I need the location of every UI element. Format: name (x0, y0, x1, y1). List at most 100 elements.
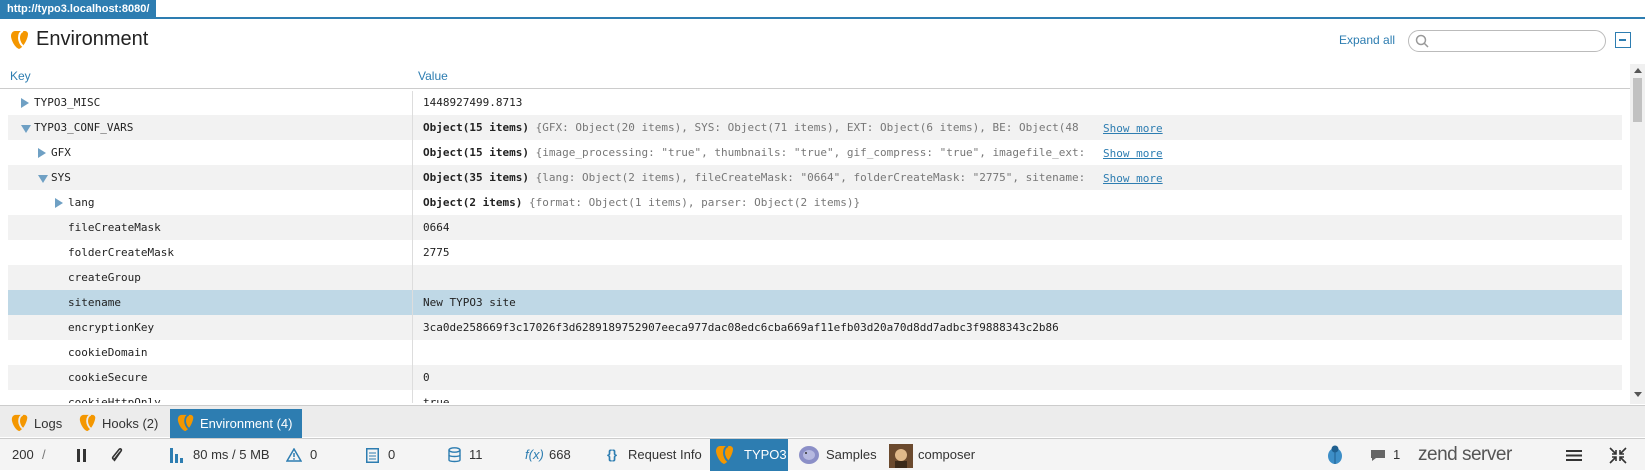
tab-logs[interactable]: Logs (4, 409, 66, 438)
environment-tree: TYPO3_MISC 1448927499.8713 TYPO3_CONF_VARS… (8, 91, 1622, 403)
table-row[interactable]: createGroup (8, 265, 1622, 290)
clip-icon[interactable] (110, 448, 124, 462)
functions-count[interactable]: 668 (549, 439, 571, 471)
table-row[interactable]: TYPO3_CONF_VARS Object(15 items) {GFX: Ob… (8, 115, 1622, 140)
panel-tabs: Logs Hooks (2) Environment (4) (0, 405, 1645, 438)
row-value: 3ca0de258669f3c17026f3d6289189752907eeca… (423, 315, 1059, 340)
search-icon (1415, 34, 1429, 48)
zend-server-logo: zend server (1418, 444, 1512, 465)
typo3-logo-icon (177, 413, 194, 432)
value-preview: {format: Object(1 items), parser: Object… (528, 196, 861, 209)
column-divider (412, 165, 413, 190)
column-header-key[interactable]: Key (10, 69, 31, 83)
value-text: New TYPO3 site (423, 296, 516, 309)
row-value: 0664 (423, 215, 450, 240)
tab-hooks[interactable]: Hooks (2) (72, 409, 164, 438)
menu-icon[interactable] (1566, 449, 1582, 462)
show-more-link[interactable]: Show more (1103, 141, 1163, 166)
composer-icon (889, 444, 913, 468)
scroll-up-arrow-icon[interactable] (1634, 68, 1642, 73)
table-row[interactable]: encryptionKey 3ca0de258669f3c17026f3d6289… (8, 315, 1622, 340)
expand-arrow-icon[interactable] (55, 198, 63, 208)
composer-item[interactable]: composer (918, 439, 975, 471)
row-value: New TYPO3 site (423, 290, 516, 315)
typo3-toolbar-item[interactable]: TYPO3 (710, 439, 788, 471)
value-text: 0664 (423, 221, 450, 234)
search-input[interactable] (1433, 33, 1601, 49)
show-more-link[interactable]: Show more (1103, 166, 1163, 191)
column-header-value[interactable]: Value (418, 69, 448, 83)
collapse-arrow-icon[interactable] (21, 125, 31, 133)
collapse-icon[interactable] (1615, 32, 1631, 48)
tab-label: Environment (4) (200, 416, 293, 431)
table-row[interactable]: fileCreateMask 0664 (8, 215, 1622, 240)
row-key: cookieHttpOnly (68, 396, 161, 403)
value-text: 2775 (423, 246, 450, 259)
warnings-count[interactable]: 0 (310, 439, 317, 471)
row-value: Object(2 items) {format: Object(1 items)… (423, 190, 860, 215)
samples-item[interactable]: Samples (826, 439, 877, 471)
row-value: 1448927499.8713 (423, 91, 522, 115)
scroll-thumb[interactable] (1633, 78, 1642, 122)
table-row[interactable]: folderCreateMask 2775 (8, 240, 1622, 265)
status-separator: / (42, 447, 46, 462)
table-row[interactable]: GFX Object(15 items) {image_processing: "… (8, 140, 1622, 165)
tab-environment[interactable]: Environment (4) (170, 409, 302, 438)
expand-arrow-icon[interactable] (21, 98, 29, 108)
elephant-icon (799, 446, 819, 464)
pause-icon[interactable] (76, 449, 88, 462)
row-key: lang (68, 196, 95, 209)
row-key: sitename (68, 296, 121, 309)
table-row[interactable]: SYS Object(35 items) {lang: Object(2 item… (8, 165, 1622, 190)
column-divider (412, 140, 413, 165)
scroll-down-arrow-icon[interactable] (1634, 392, 1642, 397)
value-text: 1448927499.8713 (423, 96, 523, 109)
log-icon (366, 448, 379, 463)
url-label[interactable]: http://typo3.localhost:8080/ (0, 0, 157, 18)
expand-all-link[interactable]: Expand all (1339, 33, 1395, 47)
value-type: Object(15 items) (423, 146, 529, 159)
table-row[interactable]: cookieHttpOnly true (8, 390, 1622, 403)
row-key: encryptionKey (68, 321, 155, 334)
value-type: Object(2 items) (423, 196, 523, 209)
value-text: 3ca0de258669f3c17026f3d6289189752907eeca… (423, 321, 1059, 334)
value-type: Object(35 items) (423, 171, 529, 184)
table-row[interactable]: TYPO3_MISC 1448927499.8713 (8, 91, 1622, 115)
column-divider (412, 240, 413, 265)
value-preview: {GFX: Object(20 items), SYS: Object(71 i… (535, 121, 1079, 134)
messages-count[interactable]: 1 (1393, 439, 1400, 471)
logs-count[interactable]: 0 (388, 439, 395, 471)
request-info[interactable]: Request Info (628, 439, 702, 471)
row-value: Object(35 items) {lang: Object(2 items),… (423, 165, 1085, 190)
value-text: true (423, 396, 450, 403)
url-bar: http://typo3.localhost:8080/ (0, 0, 1645, 19)
value-preview: {image_processing: "true", thumbnails: "… (535, 146, 1086, 159)
table-row[interactable]: sitename New TYPO3 site (8, 290, 1622, 315)
row-key: SYS (51, 171, 71, 184)
typo3-logo-icon (11, 30, 28, 49)
search-box[interactable] (1408, 30, 1606, 52)
db-queries-count[interactable]: 11 (469, 439, 483, 471)
database-icon (448, 447, 461, 463)
column-divider (412, 290, 413, 315)
column-divider (412, 265, 413, 290)
column-divider (412, 115, 413, 140)
expand-arrow-icon[interactable] (38, 148, 46, 158)
timing-memory[interactable]: 80 ms / 5 MB (193, 439, 270, 471)
vertical-scrollbar[interactable] (1630, 64, 1645, 404)
status-code[interactable]: 200 (12, 439, 34, 471)
bug-icon[interactable] (1325, 444, 1345, 466)
column-divider (412, 91, 413, 115)
collapse-arrow-icon[interactable] (38, 175, 48, 183)
column-divider (412, 340, 413, 365)
table-row[interactable]: lang Object(2 items) {format: Object(1 it… (8, 190, 1622, 215)
row-key: folderCreateMask (68, 246, 174, 259)
minimize-icon[interactable] (1609, 447, 1627, 464)
value-text: 0 (423, 371, 430, 384)
show-more-link[interactable]: Show more (1103, 116, 1163, 141)
comment-icon (1371, 450, 1385, 461)
table-row[interactable]: cookieDomain (8, 340, 1622, 365)
table-row[interactable]: cookieSecure 0 (8, 365, 1622, 390)
bar-chart-icon (170, 448, 183, 463)
debug-toolbar: 200 / 80 ms / 5 MB 0 0 11 f(x) 668 {} Re… (0, 438, 1645, 471)
